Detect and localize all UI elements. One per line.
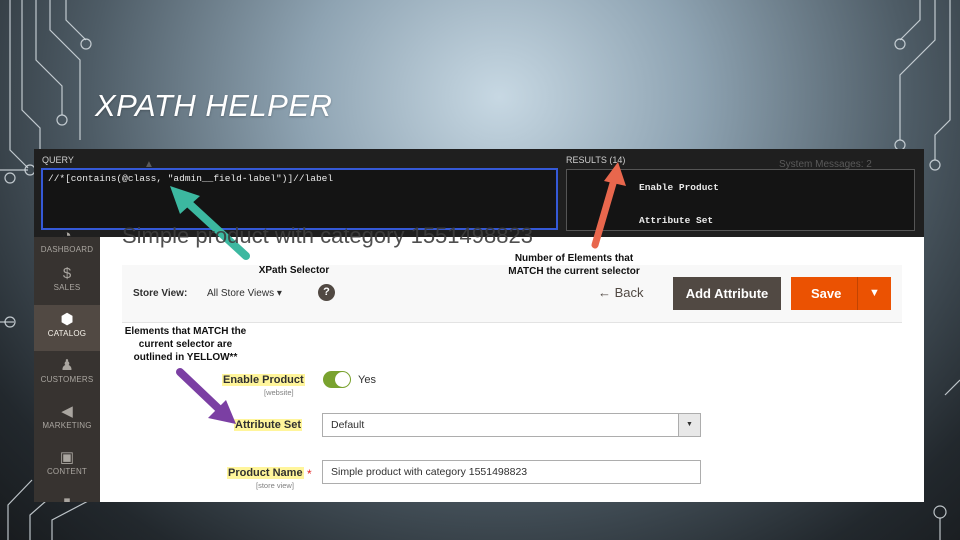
menu-label: SALES bbox=[53, 283, 81, 292]
enable-product-scope: [website] bbox=[264, 388, 294, 397]
cube-icon: ⬢ bbox=[60, 311, 74, 328]
menu-item-catalog[interactable]: ⬢ CATALOG bbox=[34, 305, 100, 351]
dropdown-arrow-icon[interactable]: ▼ bbox=[678, 414, 700, 436]
product-name-scope: [store view] bbox=[256, 481, 294, 490]
page-title: Simple product with category 1551498823 bbox=[122, 223, 533, 248]
required-marker: * bbox=[307, 467, 312, 481]
slide-title: XPATH HELPER bbox=[95, 88, 333, 123]
result-item: Enable Product bbox=[639, 182, 719, 193]
person-icon: ♟ bbox=[60, 357, 74, 374]
toggle-knob bbox=[335, 372, 350, 387]
dollar-icon: $ bbox=[62, 265, 72, 282]
store-view-switcher[interactable]: All Store Views ▾ bbox=[207, 288, 282, 299]
menu-label: CATALOG bbox=[47, 329, 87, 338]
content-icon: ▣ bbox=[59, 449, 75, 466]
product-name-input[interactable]: Simple product with category 1551498823 bbox=[322, 460, 701, 484]
results-list: Enable Product Attribute Set bbox=[566, 169, 915, 231]
menu-label: MARKETING bbox=[42, 421, 92, 430]
attribute-set-select[interactable]: Default ▼ bbox=[322, 413, 701, 437]
save-divider bbox=[857, 277, 858, 310]
query-input[interactable]: //*[contains(@class, "admin__field-label… bbox=[41, 168, 558, 230]
enable-product-value: Yes bbox=[358, 374, 376, 386]
elements-match-annotation: Elements that MATCH the current selector… bbox=[124, 326, 247, 363]
menu-item-customers[interactable]: ♟ CUSTOMERS bbox=[34, 351, 100, 397]
save-button[interactable]: Save ▼ bbox=[791, 277, 891, 310]
help-icon[interactable]: ? bbox=[318, 284, 335, 301]
num-elements-annotation: Number of Elements that MATCH the curren… bbox=[508, 253, 640, 277]
dashboard-icon: ◔ bbox=[62, 227, 72, 244]
chevron-down-icon[interactable]: ▼ bbox=[869, 287, 880, 299]
store-view-label: Store View: bbox=[133, 288, 188, 299]
results-label: RESULTS (14) bbox=[566, 155, 626, 165]
product-name-label: Product Name bbox=[227, 467, 304, 479]
menu-label: CUSTOMERS bbox=[40, 375, 94, 384]
save-label: Save bbox=[811, 286, 842, 301]
attribute-set-label: Attribute Set bbox=[234, 419, 302, 431]
menu-item-sales[interactable]: $ SALES bbox=[34, 259, 100, 305]
admin-menu: ◔ DASHBOARD $ SALES ⬢ CATALOG ♟ CUSTOMER… bbox=[34, 227, 100, 502]
enable-product-toggle[interactable] bbox=[323, 371, 351, 388]
back-button[interactable]: ← Back bbox=[598, 285, 644, 300]
query-label: QUERY bbox=[42, 155, 74, 165]
add-attribute-button[interactable]: Add Attribute bbox=[673, 277, 781, 310]
menu-label: DASHBOARD bbox=[40, 245, 94, 254]
xpath-selector-annotation: XPath Selector bbox=[258, 265, 330, 276]
megaphone-icon: ◀ bbox=[61, 403, 73, 420]
menu-item-reports[interactable]: ▮ bbox=[34, 489, 100, 502]
attribute-set-value: Default bbox=[331, 419, 365, 431]
menu-item-content[interactable]: ▣ CONTENT bbox=[34, 443, 100, 489]
reports-icon: ▮ bbox=[34, 495, 100, 502]
menu-label: CONTENT bbox=[46, 467, 88, 476]
enable-product-label: Enable Product bbox=[222, 374, 305, 386]
menu-item-marketing[interactable]: ◀ MARKETING bbox=[34, 397, 100, 443]
screenshot-panel: ▲ System Messages: 2 QUERY //*[contains(… bbox=[34, 149, 924, 502]
